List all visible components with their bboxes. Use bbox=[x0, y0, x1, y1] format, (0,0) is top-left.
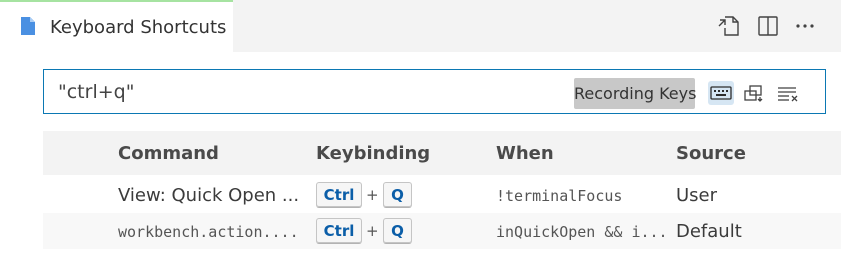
clear-search-icon[interactable] bbox=[775, 81, 801, 105]
file-icon bbox=[21, 17, 35, 35]
column-header-source[interactable]: Source bbox=[676, 143, 746, 164]
open-keybindings-json-icon[interactable] bbox=[716, 13, 742, 39]
tab-keyboard-shortcuts[interactable]: Keyboard Shortcuts bbox=[0, 0, 233, 52]
editor-tab-bar: Keyboard Shortcuts bbox=[0, 0, 841, 52]
source-cell: Default bbox=[676, 221, 742, 242]
command-cell: workbench.action.... bbox=[118, 223, 299, 241]
column-header-command[interactable]: Command bbox=[118, 143, 219, 164]
tab-title: Keyboard Shortcuts bbox=[50, 17, 227, 38]
table-header: Command Keybinding When Source bbox=[43, 131, 841, 175]
keyboard-icon[interactable] bbox=[708, 81, 734, 105]
source-cell: User bbox=[676, 185, 718, 206]
table-row[interactable]: workbench.action.... Ctrl + Q inQuickOpe… bbox=[43, 213, 841, 249]
keycap-ctrl: Ctrl bbox=[316, 182, 362, 208]
key-separator: + bbox=[366, 222, 379, 240]
recording-keys-badge: Recording Keys bbox=[574, 78, 696, 109]
split-editor-icon[interactable] bbox=[755, 13, 781, 39]
command-cell: View: Quick Open ... bbox=[118, 185, 300, 206]
column-header-when[interactable]: When bbox=[496, 143, 554, 164]
keybindings-search-box: Recording Keys bbox=[43, 69, 826, 114]
when-cell: !terminalFocus bbox=[496, 187, 623, 205]
keycap-ctrl: Ctrl bbox=[316, 218, 362, 244]
search-input[interactable] bbox=[58, 79, 558, 105]
table-row[interactable]: View: Quick Open ... Ctrl + Q !terminalF… bbox=[43, 177, 841, 213]
sort-by-precedence-icon[interactable] bbox=[741, 81, 767, 105]
keycap-q: Q bbox=[383, 182, 412, 208]
keycap-q: Q bbox=[383, 218, 412, 244]
column-header-keybinding[interactable]: Keybinding bbox=[316, 143, 430, 164]
key-separator: + bbox=[366, 186, 379, 204]
more-actions-icon[interactable] bbox=[792, 13, 818, 39]
when-cell: inQuickOpen && i... bbox=[496, 223, 668, 241]
